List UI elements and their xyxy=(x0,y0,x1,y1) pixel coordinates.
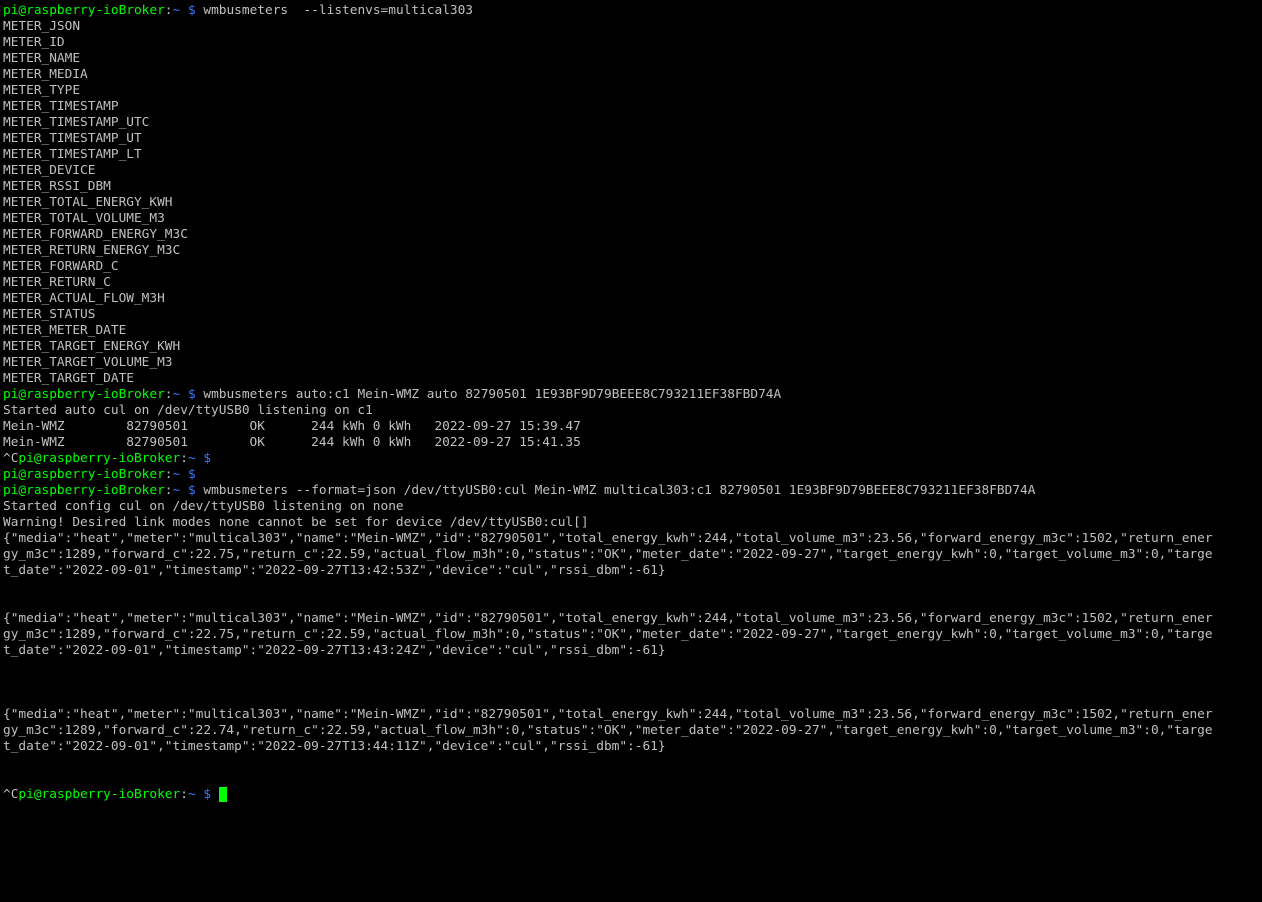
prompt-path: ~ xyxy=(187,451,196,466)
prompt-line: pi@raspberry-ioBroker:~ $ wmbusmeters --… xyxy=(3,3,1262,19)
output-line: METER_FORWARD_ENERGY_M3C xyxy=(3,227,188,242)
output-line: METER_TARGET_VOLUME_M3 xyxy=(3,355,173,370)
output-line: METER_TOTAL_ENERGY_KWH xyxy=(3,195,173,210)
output-line: Mein-WMZ 82790501 OK 244 kWh 0 kWh 2022-… xyxy=(3,435,581,450)
output-line: gy_m3c":1289,"forward_c":22.75,"return_c… xyxy=(3,627,1213,642)
prompt-dollar: $ xyxy=(195,451,219,466)
prompt-user-host: pi@raspberry-ioBroker xyxy=(3,483,165,498)
output-line: METER_NAME xyxy=(3,51,81,66)
prompt-user-host: pi@raspberry-ioBroker xyxy=(3,467,165,482)
output-line: METER_TARGET_DATE xyxy=(3,371,134,386)
output-line: METER_TARGET_ENERGY_KWH xyxy=(3,339,181,354)
prompt-colon: : xyxy=(180,451,188,466)
prompt-colon: : xyxy=(180,787,188,802)
command-text: wmbusmeters --format=json /dev/ttyUSB0:c… xyxy=(203,483,1036,498)
output-line: METER_TIMESTAMP_UT xyxy=(3,131,142,146)
prompt-user-host: pi@raspberry-ioBroker xyxy=(18,451,181,466)
output-line: METER_ID xyxy=(3,35,65,50)
output-line: METER_JSON xyxy=(3,19,81,34)
prompt-user-host: pi@raspberry-ioBroker xyxy=(3,3,165,18)
prompt-dollar: $ xyxy=(180,3,204,18)
prompt-line: ^Cpi@raspberry-ioBroker:~ $ xyxy=(3,787,1262,803)
output-line: METER_RETURN_C xyxy=(3,275,111,290)
output-line: METER_RETURN_ENERGY_M3C xyxy=(3,243,181,258)
prompt-line: pi@raspberry-ioBroker:~ $ wmbusmeters --… xyxy=(3,483,1262,499)
prompt-dollar: $ xyxy=(180,467,204,482)
command-text: wmbusmeters auto:c1 Mein-WMZ auto 827905… xyxy=(203,387,782,402)
prompt-path: ~ xyxy=(187,787,196,802)
prompt-line: pi@raspberry-ioBroker:~ $ wmbusmeters au… xyxy=(3,387,1262,403)
prompt-dollar: $ xyxy=(180,483,204,498)
output-line: METER_DEVICE xyxy=(3,163,96,178)
prompt-line: ^Cpi@raspberry-ioBroker:~ $ xyxy=(3,451,1262,467)
output-line: METER_FORWARD_C xyxy=(3,259,119,274)
output-line: {"media":"heat","meter":"multical303","n… xyxy=(3,707,1213,722)
output-line: METER_TIMESTAMP xyxy=(3,99,119,114)
output-line: {"media":"heat","meter":"multical303","n… xyxy=(3,531,1213,546)
prompt-dollar: $ xyxy=(195,787,219,802)
prompt-colon: : xyxy=(164,483,173,498)
prompt-colon: : xyxy=(164,3,173,18)
output-line: METER_TIMESTAMP_LT xyxy=(3,147,142,162)
output-line: t_date":"2022-09-01","timestamp":"2022-0… xyxy=(3,563,666,578)
output-line: t_date":"2022-09-01","timestamp":"2022-0… xyxy=(3,739,666,754)
terminal-cursor[interactable] xyxy=(218,787,227,802)
output-line: METER_RSSI_DBM xyxy=(3,179,111,194)
output-line: METER_METER_DATE xyxy=(3,323,127,338)
prompt-dollar: $ xyxy=(180,387,204,402)
output-line: t_date":"2022-09-01","timestamp":"2022-0… xyxy=(3,643,666,658)
output-line: gy_m3c":1289,"forward_c":22.75,"return_c… xyxy=(3,547,1213,562)
interrupt-marker: ^C xyxy=(3,451,19,466)
prompt-colon: : xyxy=(164,387,173,402)
output-line: Started auto cul on /dev/ttyUSB0 listeni… xyxy=(3,403,373,418)
output-line: METER_TIMESTAMP_UTC xyxy=(3,115,150,130)
output-line: gy_m3c":1289,"forward_c":22.74,"return_c… xyxy=(3,723,1213,738)
output-line: METER_ACTUAL_FLOW_M3H xyxy=(3,291,165,306)
terminal-window[interactable]: pi@raspberry-ioBroker:~ $ wmbusmeters --… xyxy=(3,3,1262,902)
output-line: Mein-WMZ 82790501 OK 244 kWh 0 kWh 2022-… xyxy=(3,419,581,434)
output-line: METER_STATUS xyxy=(3,307,96,322)
output-line: METER_MEDIA xyxy=(3,67,88,82)
prompt-line: pi@raspberry-ioBroker:~ $ xyxy=(3,467,1262,483)
prompt-user-host: pi@raspberry-ioBroker xyxy=(3,387,165,402)
interrupt-marker: ^C xyxy=(3,787,19,802)
prompt-user-host: pi@raspberry-ioBroker xyxy=(18,787,181,802)
command-text: wmbusmeters --listenvs=multical303 xyxy=(203,3,474,18)
output-line: METER_TOTAL_VOLUME_M3 xyxy=(3,211,165,226)
output-line: {"media":"heat","meter":"multical303","n… xyxy=(3,611,1213,626)
output-line: Started config cul on /dev/ttyUSB0 liste… xyxy=(3,499,404,514)
output-line: Warning! Desired link modes none cannot … xyxy=(3,515,589,530)
output-line: METER_TYPE xyxy=(3,83,81,98)
prompt-colon: : xyxy=(164,467,173,482)
